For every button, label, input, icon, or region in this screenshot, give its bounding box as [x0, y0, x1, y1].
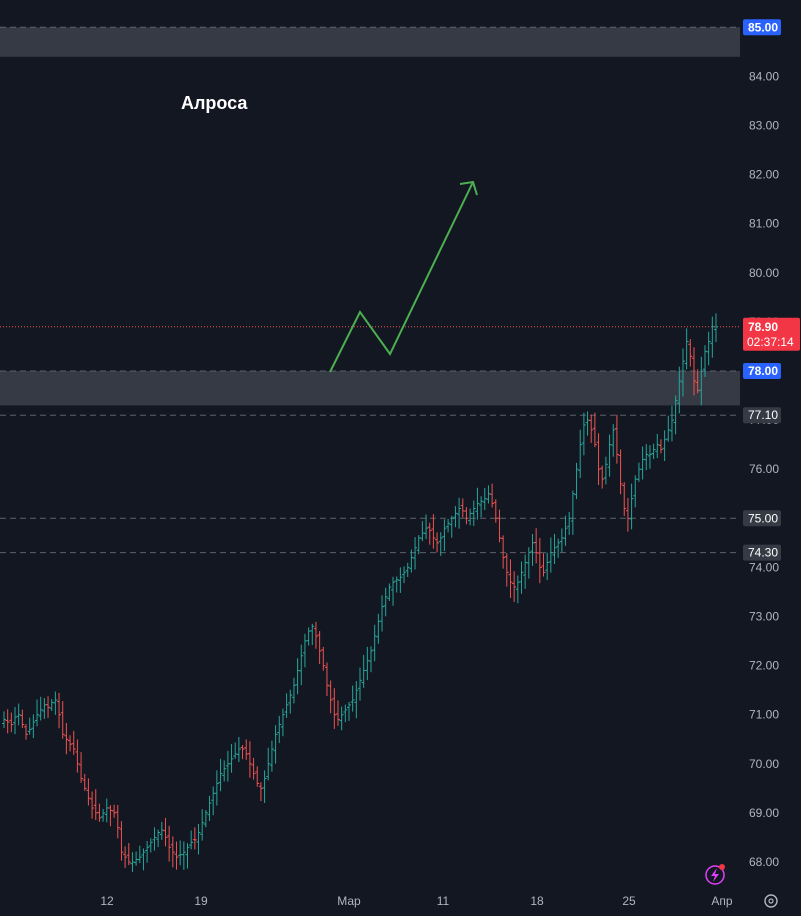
x-tick-label: 19	[194, 894, 208, 908]
y-tick-label: 76.00	[749, 462, 779, 476]
y-tick-label: 74.00	[749, 560, 779, 574]
x-tick-label: 12	[100, 894, 114, 908]
x-tick-label: 25	[622, 894, 636, 908]
level-price-text: 77.10	[748, 408, 778, 422]
x-tick-label: Мар	[337, 894, 361, 908]
support-zone	[0, 27, 740, 57]
y-tick-label: 84.00	[749, 69, 779, 83]
level-price-text: 75.00	[748, 511, 778, 525]
y-tick-label: 68.00	[749, 855, 779, 869]
last-price-text: 78.90	[748, 320, 778, 334]
y-tick-label: 71.00	[749, 708, 779, 722]
x-tick-label: Апр	[711, 894, 733, 908]
y-tick-label: 83.00	[749, 119, 779, 133]
chart-background	[0, 0, 801, 916]
countdown-text: 02:37:14	[747, 335, 794, 349]
support-zone	[0, 371, 740, 406]
y-tick-label: 80.00	[749, 266, 779, 280]
level-price-text: 78.00	[748, 364, 778, 378]
y-tick-label: 69.00	[749, 806, 779, 820]
y-tick-label: 70.00	[749, 757, 779, 771]
chart-title: Алроса	[181, 93, 248, 113]
level-price-text: 85.00	[748, 20, 778, 34]
y-tick-label: 72.00	[749, 659, 779, 673]
y-tick-label: 81.00	[749, 217, 779, 231]
y-tick-label: 82.00	[749, 168, 779, 182]
x-tick-label: 18	[530, 894, 544, 908]
level-price-text: 74.30	[748, 546, 778, 560]
y-tick-label: 73.00	[749, 610, 779, 624]
x-tick-label: 11	[437, 894, 450, 908]
price-chart[interactable]: Алроса 68.00 69.00 70.00 71.00 72.00 73.00 74.…	[0, 0, 801, 916]
